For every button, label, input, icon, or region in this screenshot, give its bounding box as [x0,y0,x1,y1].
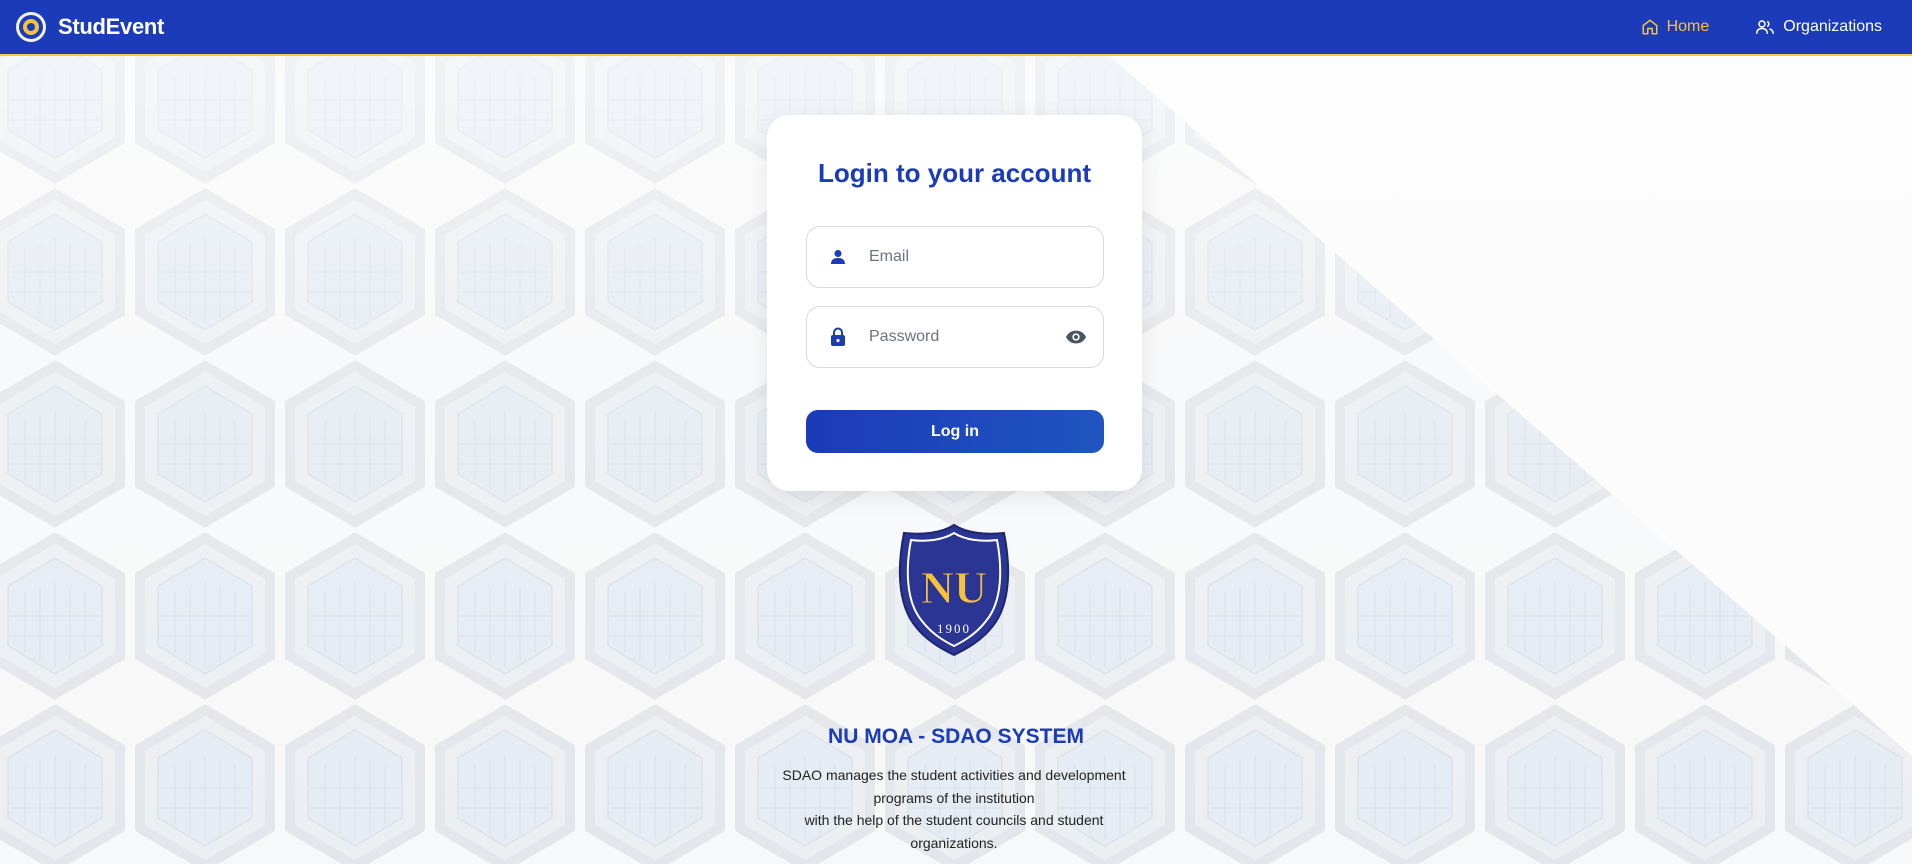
nav-organizations-label: Organizations [1783,18,1882,35]
login-title: Login to your account [818,158,1091,188]
nav-links: Home Organizations [1641,18,1882,36]
password-field[interactable]: Password [806,306,1104,368]
lock-icon [807,327,869,347]
system-description: SDAO manages the student activities and … [776,764,1132,854]
brand-logo-icon [16,12,46,42]
crest-letters: NU [921,562,987,613]
nav-home-label: Home [1666,18,1710,35]
brand[interactable]: StudEvent [16,12,164,42]
login-button[interactable]: Log in [806,410,1104,453]
top-navbar: StudEvent Home Organizations [0,0,1912,56]
email-placeholder: Email [869,248,910,265]
system-title: NU MOA - SDAO SYSTEM [828,725,1084,748]
brand-name: StudEvent [58,14,165,39]
eye-icon[interactable] [1065,327,1087,352]
nav-organizations-link[interactable]: Organizations [1755,18,1882,36]
system-description-line-2: with the help of the student councils an… [804,812,1104,851]
users-icon [1756,20,1775,34]
login-card: Login to your account Email Password Log… [767,115,1142,491]
user-icon [807,249,869,265]
system-description-line-1: SDAO manages the student activities and … [782,767,1126,806]
university-crest: NU 1900 [896,523,1012,657]
email-field[interactable]: Email [806,226,1104,288]
nav-home-link[interactable]: Home [1641,18,1710,36]
password-placeholder: Password [869,328,940,345]
crest-year: 1900 [937,621,971,636]
home-icon [1642,19,1658,35]
